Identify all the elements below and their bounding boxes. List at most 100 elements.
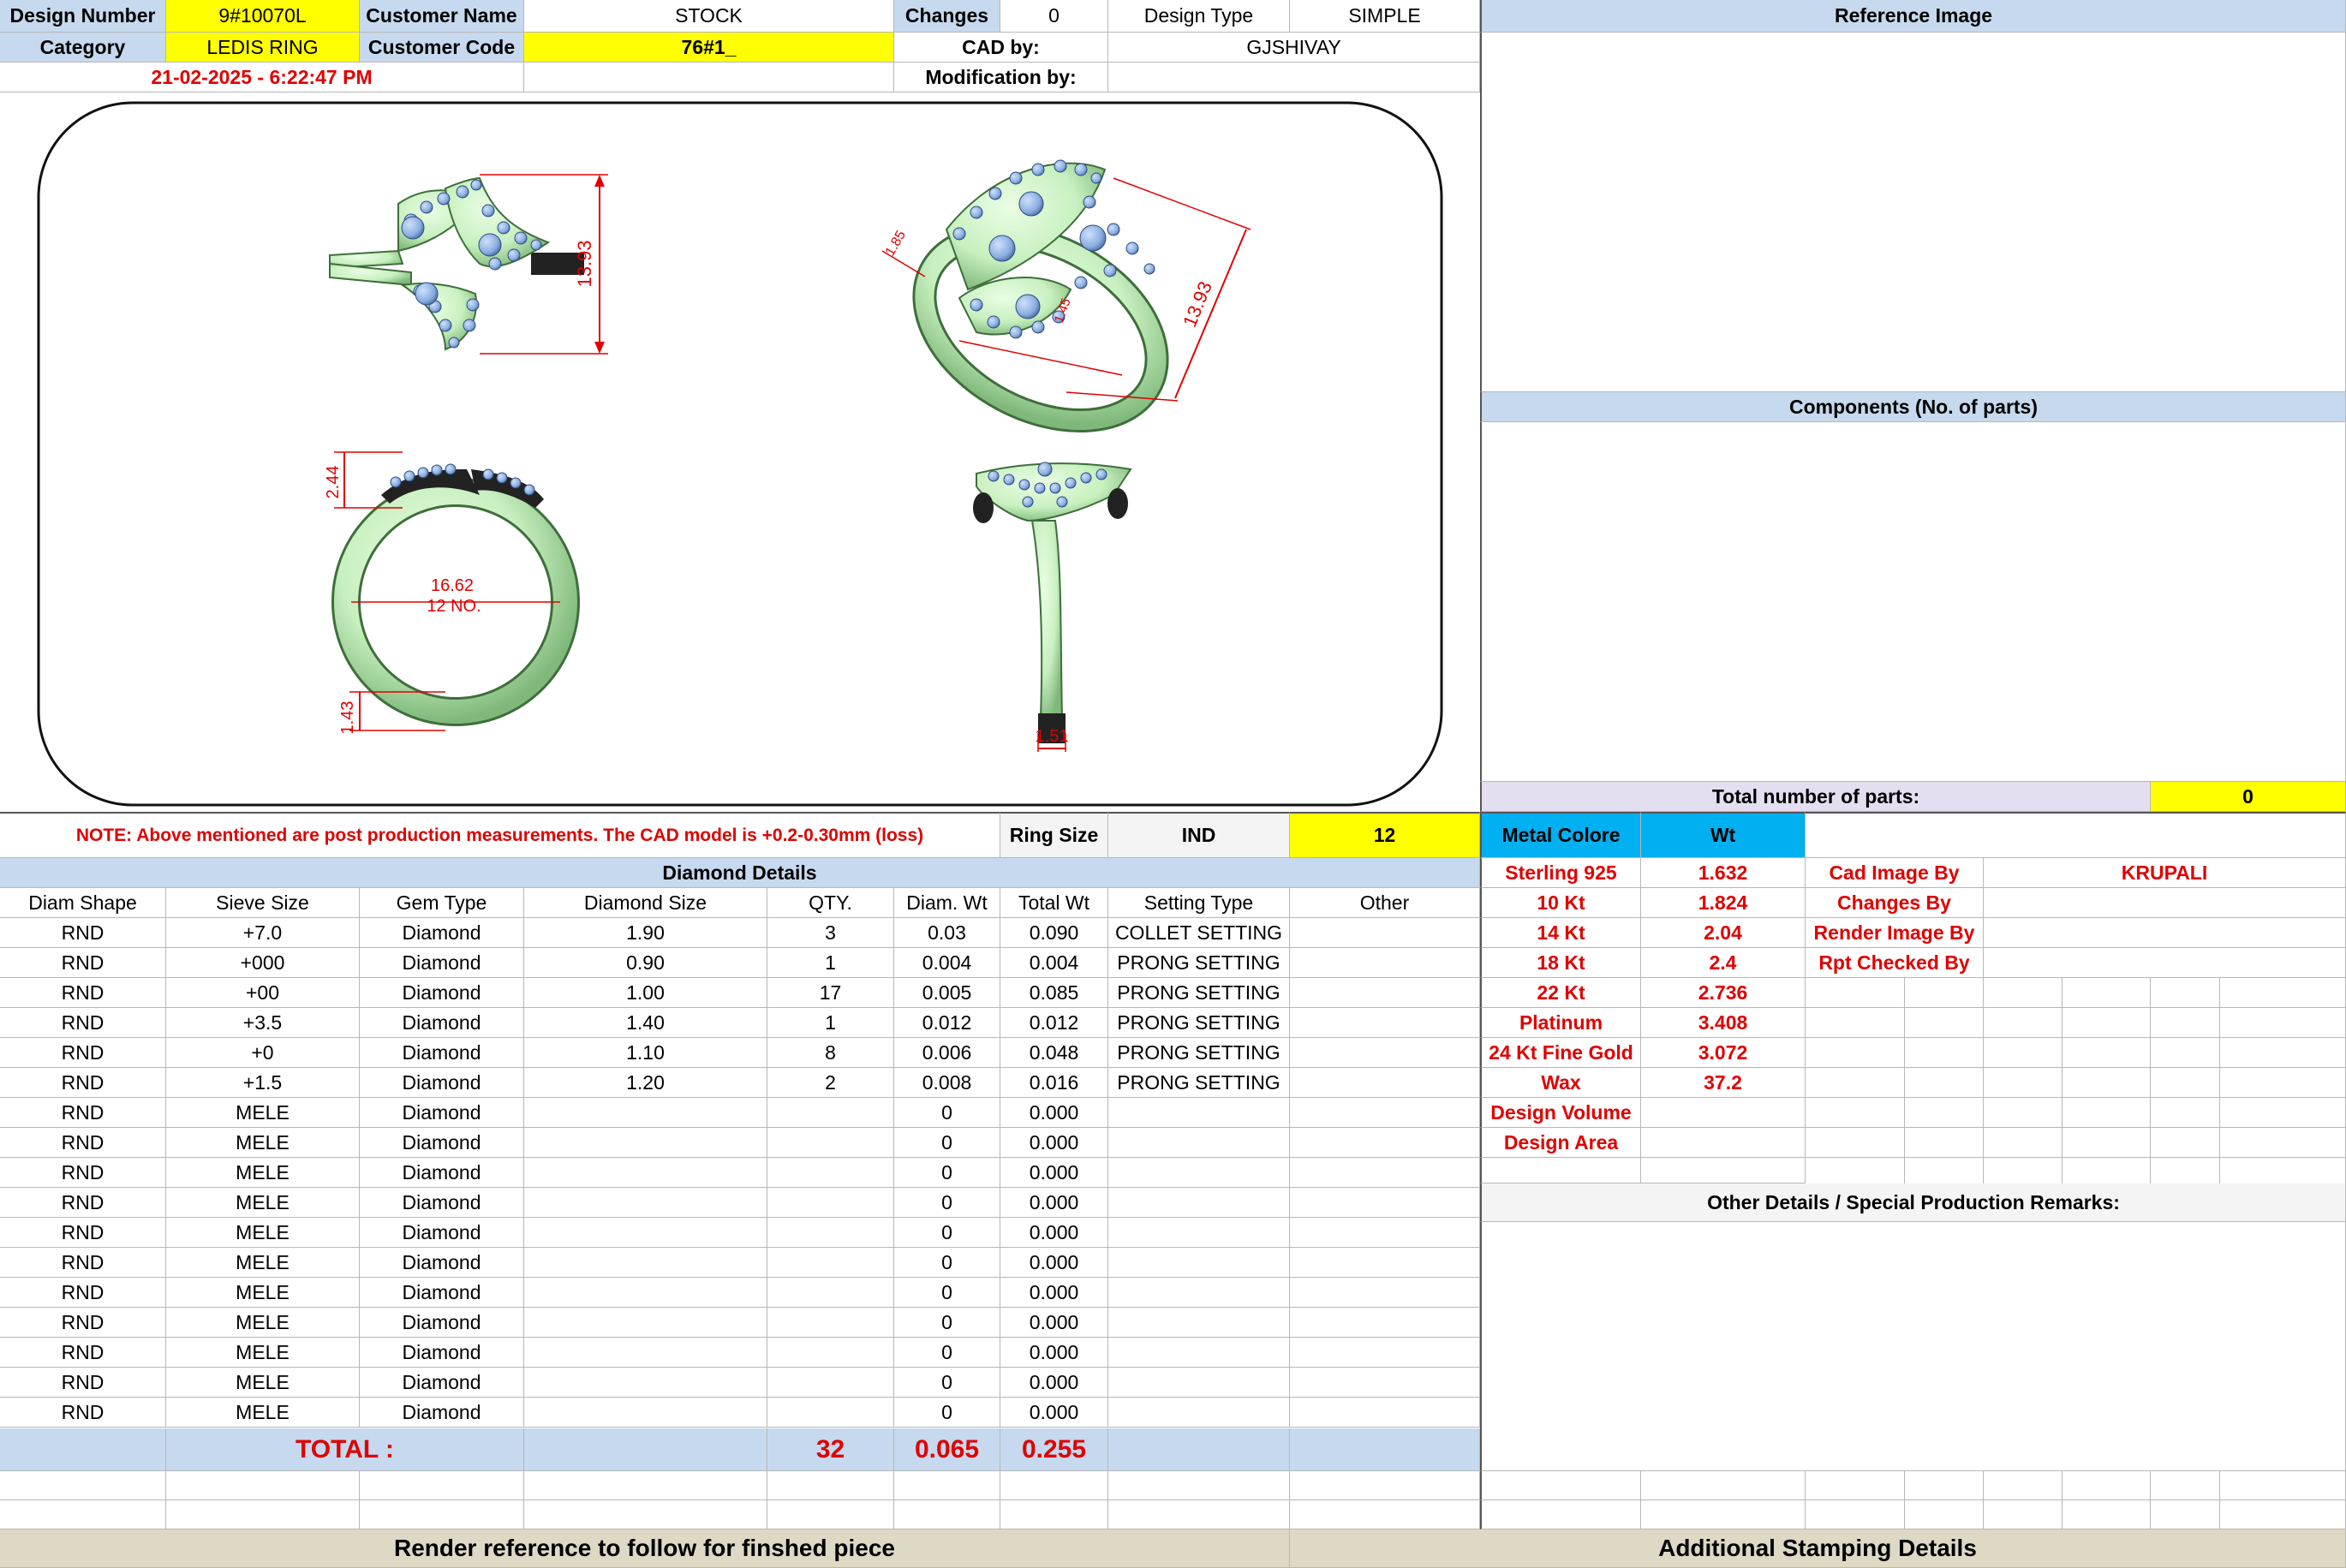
blank-cell[interactable] bbox=[1806, 1500, 1905, 1529]
customer-code-value[interactable]: 76#1_ bbox=[524, 33, 894, 63]
ring-size-standard[interactable]: IND bbox=[1108, 812, 1290, 858]
blank-cell[interactable] bbox=[2062, 1500, 2151, 1529]
blank-cell[interactable] bbox=[2151, 1471, 2220, 1500]
blank-cell[interactable] bbox=[1806, 1471, 1905, 1500]
metal-weight[interactable] bbox=[1641, 1128, 1806, 1158]
diamond-cell-total-wt[interactable]: 0.000 bbox=[1000, 1158, 1108, 1188]
diamond-cell-other[interactable] bbox=[1290, 1218, 1480, 1248]
diamond-cell-qty[interactable] bbox=[767, 1248, 894, 1278]
diamond-cell-total-wt[interactable]: 0.000 bbox=[1000, 1248, 1108, 1278]
blank-cell[interactable] bbox=[1905, 1500, 1984, 1529]
blank-cell[interactable] bbox=[1480, 1471, 1641, 1500]
diamond-cell-sieve-size[interactable]: +7.0 bbox=[166, 918, 360, 948]
grid-cell[interactable] bbox=[1984, 1038, 2062, 1068]
diamond-cell-setting-type[interactable] bbox=[1108, 1308, 1290, 1338]
grid-cell[interactable] bbox=[1806, 1128, 1905, 1158]
diamond-cell-sieve-size[interactable]: MELE bbox=[166, 1128, 360, 1158]
diamond-cell-setting-type[interactable] bbox=[1108, 1188, 1290, 1218]
diamond-cell-setting-type[interactable]: PRONG SETTING bbox=[1108, 948, 1290, 978]
diamond-cell-other[interactable] bbox=[1290, 1278, 1480, 1308]
total-parts-value[interactable]: 0 bbox=[2151, 782, 2346, 812]
grid-cell[interactable] bbox=[2220, 978, 2346, 1008]
diamond-cell-qty[interactable] bbox=[767, 1098, 894, 1128]
diamond-cell-diamond-size[interactable] bbox=[524, 1338, 767, 1368]
blank-cell[interactable] bbox=[767, 1471, 894, 1500]
diamond-cell-diam-wt[interactable]: 0.008 bbox=[894, 1068, 1000, 1098]
grid-cell[interactable] bbox=[2151, 1128, 2220, 1158]
diamond-cell-diam-wt[interactable]: 0 bbox=[894, 1128, 1000, 1158]
grid-cell[interactable] bbox=[1905, 1128, 1984, 1158]
diamond-cell-diamond-size[interactable] bbox=[524, 1098, 767, 1128]
metal-weight[interactable]: 2.04 bbox=[1641, 918, 1806, 948]
blank-cell[interactable] bbox=[1641, 1471, 1806, 1500]
grid-cell[interactable] bbox=[1984, 1128, 2062, 1158]
diamond-cell-sieve-size[interactable]: MELE bbox=[166, 1338, 360, 1368]
grid-cell[interactable] bbox=[1905, 1068, 1984, 1098]
grid-cell[interactable] bbox=[2062, 1128, 2151, 1158]
diamond-cell-diam-wt[interactable]: 0 bbox=[894, 1278, 1000, 1308]
diamond-cell-other[interactable] bbox=[1290, 1068, 1480, 1098]
diamond-cell-setting-type[interactable]: PRONG SETTING bbox=[1108, 1038, 1290, 1068]
diamond-cell-gem-type[interactable]: Diamond bbox=[360, 1218, 524, 1248]
diamond-cell-total-wt[interactable]: 0.000 bbox=[1000, 1308, 1108, 1338]
diamond-cell-total-wt[interactable]: 0.000 bbox=[1000, 1128, 1108, 1158]
diamond-cell-setting-type[interactable]: PRONG SETTING bbox=[1108, 978, 1290, 1008]
diamond-cell-setting-type[interactable] bbox=[1108, 1278, 1290, 1308]
grid-cell[interactable] bbox=[1806, 1098, 1905, 1128]
credit-value[interactable] bbox=[1984, 888, 2346, 918]
blank-cell[interactable] bbox=[0, 1471, 166, 1500]
diamond-cell-diam-shape[interactable]: RND bbox=[0, 1008, 166, 1038]
diamond-cell-diam-shape[interactable]: RND bbox=[0, 1398, 166, 1428]
diamond-cell-total-wt[interactable]: 0.004 bbox=[1000, 948, 1108, 978]
diamond-cell-gem-type[interactable]: Diamond bbox=[360, 1398, 524, 1428]
diamond-cell-diam-shape[interactable]: RND bbox=[0, 1338, 166, 1368]
grid-cell[interactable] bbox=[2220, 1008, 2346, 1038]
diamond-cell-diamond-size[interactable] bbox=[524, 1368, 767, 1398]
grid-cell[interactable] bbox=[2220, 1068, 2346, 1098]
diamond-cell-gem-type[interactable]: Diamond bbox=[360, 918, 524, 948]
diamond-cell-qty[interactable] bbox=[767, 1128, 894, 1158]
blank-cell[interactable] bbox=[2062, 1471, 2151, 1500]
blank-cell[interactable] bbox=[1905, 1471, 1984, 1500]
grid-cell[interactable] bbox=[2151, 1038, 2220, 1068]
diamond-cell-diam-wt[interactable]: 0 bbox=[894, 1338, 1000, 1368]
diamond-cell-other[interactable] bbox=[1290, 1128, 1480, 1158]
diamond-cell-sieve-size[interactable]: MELE bbox=[166, 1188, 360, 1218]
diamond-cell-gem-type[interactable]: Diamond bbox=[360, 1308, 524, 1338]
diamond-cell-diam-shape[interactable]: RND bbox=[0, 1038, 166, 1068]
diamond-cell-total-wt[interactable]: 0.000 bbox=[1000, 1278, 1108, 1308]
grid-cell[interactable] bbox=[2151, 1008, 2220, 1038]
grid-cell[interactable] bbox=[1905, 1038, 1984, 1068]
blank-cell[interactable] bbox=[1108, 1500, 1290, 1529]
diamond-cell-sieve-size[interactable]: MELE bbox=[166, 1158, 360, 1188]
diamond-cell-qty[interactable] bbox=[767, 1278, 894, 1308]
diamond-cell-diam-shape[interactable]: RND bbox=[0, 1308, 166, 1338]
diamond-cell-other[interactable] bbox=[1290, 1248, 1480, 1278]
diamond-cell-diam-shape[interactable]: RND bbox=[0, 1368, 166, 1398]
diamond-cell-total-wt[interactable]: 0.048 bbox=[1000, 1038, 1108, 1068]
diamond-cell-total-wt[interactable]: 0.012 bbox=[1000, 1008, 1108, 1038]
grid-cell[interactable] bbox=[1984, 1068, 2062, 1098]
diamond-cell-diam-shape[interactable]: RND bbox=[0, 1098, 166, 1128]
diamond-cell-diam-wt[interactable]: 0.006 bbox=[894, 1038, 1000, 1068]
metal-weight[interactable]: 3.072 bbox=[1641, 1038, 1806, 1068]
grid-cell[interactable] bbox=[1806, 978, 1905, 1008]
diamond-cell-total-wt[interactable]: 0.000 bbox=[1000, 1098, 1108, 1128]
grid-cell[interactable] bbox=[1806, 1068, 1905, 1098]
blank-cell[interactable] bbox=[894, 1500, 1000, 1529]
diamond-cell-diamond-size[interactable] bbox=[524, 1158, 767, 1188]
blank-cell[interactable] bbox=[2220, 1500, 2346, 1529]
blank-cell[interactable] bbox=[1984, 1471, 2062, 1500]
grid-cell[interactable] bbox=[1984, 1008, 2062, 1038]
blank-cell[interactable] bbox=[1641, 1500, 1806, 1529]
metal-weight[interactable] bbox=[1641, 1098, 1806, 1128]
diamond-cell-qty[interactable] bbox=[767, 1218, 894, 1248]
blank-cell[interactable] bbox=[524, 1471, 767, 1500]
diamond-cell-gem-type[interactable]: Diamond bbox=[360, 1008, 524, 1038]
grid-cell[interactable] bbox=[1806, 1038, 1905, 1068]
blank-cell[interactable] bbox=[1000, 1471, 1108, 1500]
grid-cell[interactable] bbox=[1806, 1008, 1905, 1038]
metal-weight[interactable]: 3.408 bbox=[1641, 1008, 1806, 1038]
diamond-cell-qty[interactable]: 1 bbox=[767, 1008, 894, 1038]
components-area[interactable] bbox=[1480, 422, 2346, 782]
